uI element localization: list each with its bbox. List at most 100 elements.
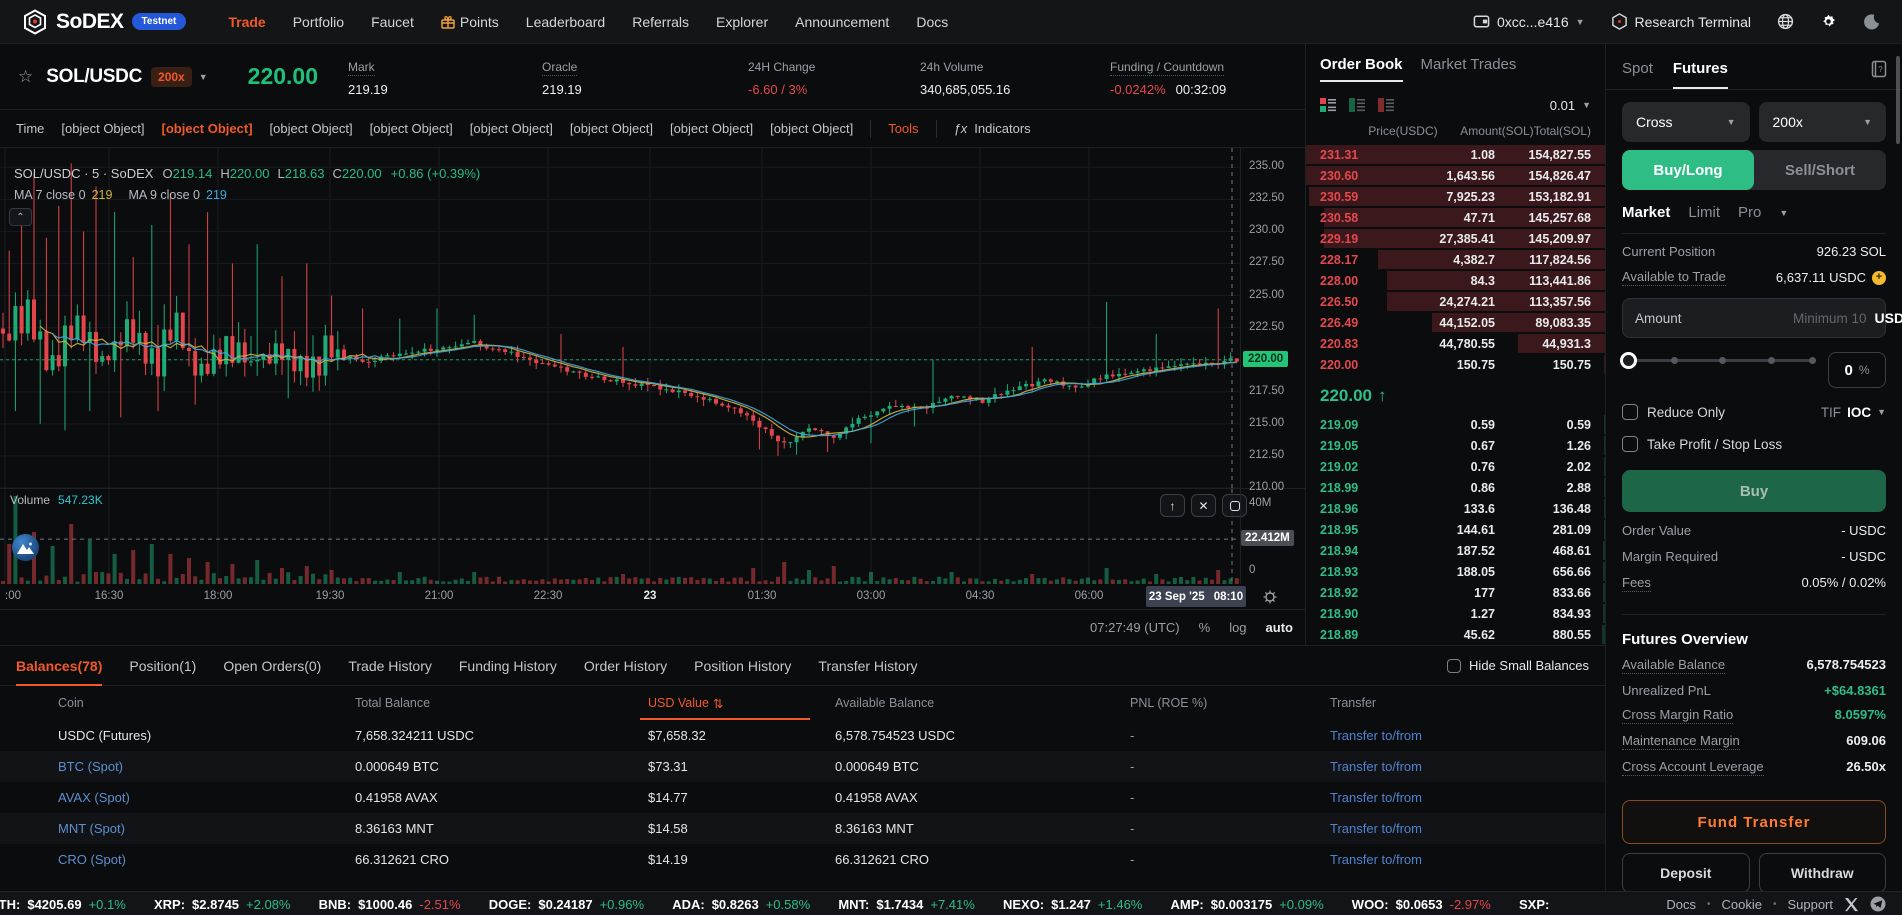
deposit-button[interactable]: Deposit bbox=[1622, 853, 1750, 893]
margin-mode-select[interactable]: Cross▼ bbox=[1622, 102, 1750, 142]
coin-name[interactable]: CRO (Spot) bbox=[58, 852, 355, 867]
buy-long-button[interactable]: Buy/Long bbox=[1622, 150, 1754, 190]
account-tab[interactable]: Open Orders(0) bbox=[223, 646, 321, 685]
ask-row[interactable]: 229.19 27,385.41 145,209.97 bbox=[1306, 228, 1605, 249]
tools-button[interactable]: Tools bbox=[888, 121, 918, 136]
order-type-tab[interactable]: Market bbox=[1622, 204, 1670, 221]
interval-button[interactable]: [object Object] bbox=[470, 121, 553, 136]
coin-name[interactable]: USDC (Futures) bbox=[58, 728, 355, 743]
transfer-link[interactable]: Transfer to/from bbox=[1330, 759, 1605, 774]
account-tab[interactable]: Order History bbox=[584, 646, 667, 685]
ticker-item[interactable]: ETH:$4205.69+0.1% bbox=[0, 897, 126, 912]
ask-row[interactable]: 228.00 84.3 113,441.86 bbox=[1306, 270, 1605, 291]
coin-name[interactable]: MNT (Spot) bbox=[58, 821, 355, 836]
account-tab[interactable]: Transfer History bbox=[818, 646, 917, 685]
nav-item[interactable]: Docs bbox=[916, 14, 948, 30]
x-twitter-icon[interactable] bbox=[1844, 897, 1859, 912]
ticker-item[interactable]: DOGE:$0.24187+0.96% bbox=[489, 897, 644, 912]
nav-item[interactable]: Portfolio bbox=[293, 14, 344, 30]
research-terminal-button[interactable]: Research Terminal bbox=[1611, 13, 1751, 30]
nav-item[interactable]: Leaderboard bbox=[526, 14, 605, 30]
ticker-item[interactable]: XRP:$2.8745+2.08% bbox=[154, 897, 291, 912]
interval-button[interactable]: [object Object] bbox=[370, 121, 453, 136]
scrollbar-thumb[interactable] bbox=[1896, 56, 1900, 144]
ticker-item[interactable]: ADA:$0.8263+0.58% bbox=[672, 897, 810, 912]
amount-unit-select[interactable]: USDC bbox=[1875, 310, 1902, 326]
ask-row[interactable]: 228.17 4,382.7 117,824.56 bbox=[1306, 249, 1605, 270]
ticker-item[interactable]: BNB:$1000.46-2.51% bbox=[319, 897, 461, 912]
language-globe-icon[interactable] bbox=[1777, 13, 1794, 30]
leverage-select[interactable]: 200x▼ bbox=[1759, 102, 1887, 142]
nav-item[interactable]: Trade bbox=[228, 14, 265, 30]
bid-row[interactable]: 218.92 177 833.66 bbox=[1306, 582, 1605, 603]
ticker-item[interactable]: AMP:$0.003175+0.09% bbox=[1171, 897, 1324, 912]
chart-clock[interactable]: 07:27:49 (UTC) bbox=[1090, 620, 1180, 635]
amount-input[interactable] bbox=[1690, 311, 1867, 326]
spread-row[interactable]: 220.00 ↑ bbox=[1306, 382, 1605, 410]
account-tab[interactable]: Funding History bbox=[459, 646, 557, 685]
nav-item[interactable]: Faucet bbox=[371, 14, 414, 30]
col-usd-value-sort[interactable]: USD Value⇅ bbox=[648, 686, 835, 720]
slider-dot[interactable] bbox=[1809, 357, 1816, 364]
slider-dot[interactable] bbox=[1719, 357, 1726, 364]
footer-link-support[interactable]: Support bbox=[1787, 897, 1833, 912]
settings-gear-icon[interactable] bbox=[1820, 13, 1837, 30]
pair-name[interactable]: SOL/USDC bbox=[46, 66, 142, 88]
transfer-link[interactable]: Transfer to/from bbox=[1330, 790, 1605, 805]
ask-row[interactable]: 220.83 44,780.55 44,931.3 bbox=[1306, 333, 1605, 354]
market-type-tab[interactable]: Spot bbox=[1622, 60, 1653, 89]
ask-row[interactable]: 226.49 44,152.05 89,083.35 bbox=[1306, 312, 1605, 333]
tick-size-select[interactable]: 0.01▼ bbox=[1550, 98, 1591, 113]
interval-button[interactable]: [object Object] bbox=[61, 121, 144, 136]
percent-value-box[interactable]: 0% bbox=[1828, 352, 1886, 388]
footer-link-docs[interactable]: Docs bbox=[1666, 897, 1696, 912]
tpsl-checkbox[interactable] bbox=[1622, 436, 1638, 452]
view-both-sides-icon[interactable] bbox=[1320, 98, 1336, 112]
favorite-star-icon[interactable]: ☆ bbox=[18, 67, 33, 87]
bid-row[interactable]: 218.89 45.62 880.55 bbox=[1306, 624, 1605, 645]
guide-book-icon[interactable]: ? bbox=[1870, 60, 1888, 78]
bid-row[interactable]: 218.96 133.6 136.48 bbox=[1306, 498, 1605, 519]
nav-item[interactable]: Explorer bbox=[716, 14, 768, 30]
slider-dot[interactable] bbox=[1671, 357, 1678, 364]
order-book-tab[interactable]: Market Trades bbox=[1421, 56, 1517, 73]
transfer-link[interactable]: Transfer to/from bbox=[1330, 852, 1605, 867]
bid-row[interactable]: 219.02 0.76 2.02 bbox=[1306, 456, 1605, 477]
account-tab[interactable]: Balances(78) bbox=[16, 646, 102, 685]
interval-button[interactable]: [object Object] bbox=[770, 121, 853, 136]
nav-item[interactable]: Referrals bbox=[632, 14, 689, 30]
order-type-tab[interactable]: Limit bbox=[1688, 204, 1720, 221]
time-axis[interactable]: 23 Sep '2508:10 :0016:3018:0019:3021:002… bbox=[0, 584, 1305, 610]
buy-button[interactable]: Buy bbox=[1622, 470, 1886, 512]
market-type-tab[interactable]: Futures bbox=[1673, 60, 1728, 89]
wallet-address-button[interactable]: 0xcc...e416 ▼ bbox=[1473, 13, 1585, 30]
legend-collapse-button[interactable]: ⌃ bbox=[9, 208, 32, 226]
fund-transfer-button[interactable]: Fund Transfer bbox=[1622, 800, 1886, 844]
price-axis[interactable]: 235.00232.50230.00227.50225.00222.50220.… bbox=[1240, 148, 1305, 584]
telegram-icon[interactable] bbox=[1870, 896, 1886, 912]
chart-provider-logo[interactable] bbox=[12, 534, 39, 561]
transfer-link[interactable]: Transfer to/from bbox=[1330, 821, 1605, 836]
pair-selector-chevron-icon[interactable]: ▼ bbox=[199, 72, 208, 82]
indicators-button[interactable]: ƒx Indicators bbox=[954, 121, 1031, 136]
brand[interactable]: SoDEX Testnet bbox=[22, 9, 186, 35]
sell-short-button[interactable]: Sell/Short bbox=[1754, 150, 1886, 190]
slider-dot[interactable] bbox=[1768, 357, 1775, 364]
ask-row[interactable]: 231.31 1.08 154,827.55 bbox=[1306, 144, 1605, 165]
bid-row[interactable]: 218.94 187.52 468.61 bbox=[1306, 540, 1605, 561]
bid-row[interactable]: 218.93 188.05 656.66 bbox=[1306, 561, 1605, 582]
bid-row[interactable]: 219.05 0.67 1.26 bbox=[1306, 435, 1605, 456]
interval-button[interactable]: [object Object] bbox=[162, 121, 253, 136]
ticker-item[interactable]: MNT:$1.7434+7.41% bbox=[838, 897, 975, 912]
amount-field[interactable]: Amount USDC ▼ bbox=[1622, 298, 1886, 338]
bid-row[interactable]: 218.90 1.27 834.93 bbox=[1306, 603, 1605, 624]
move-pane-up-button[interactable]: ↑ bbox=[1160, 494, 1185, 517]
ask-row[interactable]: 220.00 150.75 150.75 bbox=[1306, 354, 1605, 375]
bid-row[interactable]: 218.95 144.61 281.09 bbox=[1306, 519, 1605, 540]
interval-button[interactable]: [object Object] bbox=[570, 121, 653, 136]
theme-moon-icon[interactable] bbox=[1863, 13, 1880, 30]
order-book-tab[interactable]: Order Book bbox=[1320, 56, 1403, 73]
deposit-plus-icon[interactable]: + bbox=[1872, 271, 1886, 285]
ticker-item[interactable]: WOO:$0.0653-2.97% bbox=[1352, 897, 1491, 912]
slider-thumb[interactable] bbox=[1620, 352, 1637, 369]
